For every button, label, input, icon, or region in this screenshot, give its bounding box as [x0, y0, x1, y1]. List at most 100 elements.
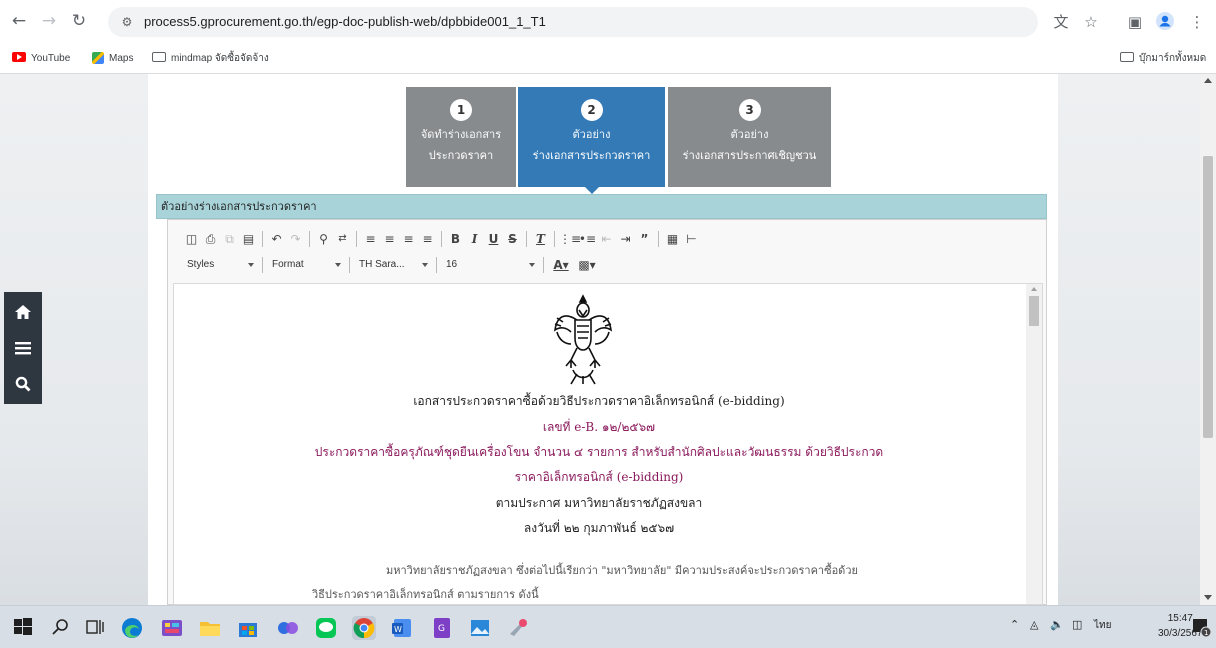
menu-kebab-icon[interactable]: ⋮ — [1186, 11, 1208, 33]
network-icon[interactable]: ◫ — [1072, 618, 1082, 631]
toolbar-separator — [349, 257, 350, 273]
word-icon[interactable]: W — [390, 616, 414, 640]
pdf-app-icon[interactable]: G — [430, 616, 454, 640]
store-icon[interactable] — [236, 616, 260, 640]
text-color-icon[interactable]: A▾ — [548, 255, 574, 275]
windows-start-icon[interactable] — [12, 616, 36, 640]
page-scroll-thumb[interactable] — [1203, 156, 1213, 438]
toolbar-separator — [436, 257, 437, 273]
scroll-up-icon[interactable] — [1204, 78, 1212, 83]
line-app-icon[interactable] — [314, 616, 338, 640]
snipping-tool-icon[interactable] — [506, 616, 530, 640]
underline-icon[interactable]: U — [484, 229, 503, 249]
page-scrollbar[interactable] — [1200, 74, 1216, 605]
indent-icon[interactable]: ⇥ — [616, 229, 635, 249]
step-number: 1 — [450, 99, 472, 121]
translate-icon[interactable]: 文 — [1050, 11, 1072, 33]
bookmark-star-icon[interactable]: ☆ — [1080, 11, 1102, 33]
editor-scroll-thumb[interactable] — [1029, 296, 1039, 326]
paste-icon[interactable]: ▤ — [239, 229, 258, 249]
file-explorer-icon[interactable] — [198, 616, 222, 640]
step-number: 3 — [738, 99, 761, 121]
browser-toolbar: ← → ↻ ⚙ process5.gprocurement.go.th/egp-… — [0, 0, 1216, 44]
strikethrough-icon[interactable]: S — [503, 229, 522, 249]
align-right-icon[interactable]: ≡ — [399, 229, 418, 249]
address-bar[interactable]: ⚙ process5.gprocurement.go.th/egp-doc-pu… — [108, 7, 1038, 37]
doc-subject-line-1: ประกวดราคาซื้อครุภัณฑ์ชุดยืนเครื่องโขน จ… — [314, 445, 884, 459]
side-toolbar — [4, 292, 42, 404]
doc-paragraph-line-1: มหาวิทยาลัยราชภัฏสงขลา ซึ่งต่อไปนี้เรียก… — [386, 564, 858, 577]
step-1[interactable]: 1 จัดทำร่างเอกสาร ประกวดราคา — [406, 87, 516, 187]
task-view-icon[interactable] — [84, 616, 108, 640]
table-icon[interactable]: ▦ — [663, 229, 682, 249]
all-bookmarks[interactable]: บุ๊กมาร์กทั้งหมด — [1120, 50, 1206, 68]
font-size-dropdown[interactable]: 16 — [441, 255, 539, 275]
tray-chevron-icon[interactable]: ⌃ — [1010, 618, 1019, 631]
outdent-icon[interactable]: ⇤ — [597, 229, 616, 249]
italic-icon[interactable]: I — [465, 229, 484, 249]
horizontal-line-icon[interactable]: ⊢ — [682, 229, 701, 249]
step-2[interactable]: 2 ตัวอย่าง ร่างเอกสารประกวดราคา — [518, 87, 665, 194]
font-dropdown[interactable]: TH Sara... — [354, 255, 432, 275]
remove-format-icon[interactable]: T — [531, 229, 550, 249]
find-icon[interactable]: ⚲ — [314, 229, 333, 249]
align-justify-icon[interactable]: ≡ — [418, 229, 437, 249]
styles-dropdown[interactable]: Styles — [182, 255, 258, 275]
notification-icon[interactable]: 1 — [1190, 616, 1214, 640]
home-icon[interactable] — [4, 294, 42, 330]
search-icon[interactable] — [4, 366, 42, 402]
align-left-icon[interactable]: ≡ — [361, 229, 380, 249]
print-icon[interactable]: ⎙ — [201, 229, 220, 249]
chevron-down-icon — [422, 263, 428, 267]
chrome-icon[interactable] — [352, 616, 376, 640]
svg-text:1: 1 — [1204, 629, 1208, 637]
blockquote-icon[interactable]: ” — [635, 229, 654, 249]
toolbar-separator — [309, 231, 310, 247]
forward-icon[interactable]: → — [38, 10, 60, 32]
numbered-list-icon[interactable]: ⋮≡ — [559, 229, 581, 249]
scroll-down-icon[interactable] — [1204, 595, 1212, 600]
edge-icon[interactable] — [120, 616, 144, 640]
copilot-icon[interactable] — [276, 616, 300, 640]
toolbar-separator — [543, 257, 544, 273]
active-step-pointer — [584, 187, 599, 194]
background-right — [1058, 74, 1200, 605]
undo-icon[interactable]: ↶ — [267, 229, 286, 249]
app-colorful-icon[interactable] — [160, 616, 184, 640]
ime-icon[interactable]: ◬ — [1030, 618, 1038, 631]
bookmark-maps[interactable]: Maps — [92, 50, 133, 68]
photos-icon[interactable] — [468, 616, 492, 640]
rich-text-editor: ◫ ⎙ ⧉ ▤ ↶ ↷ ⚲ ⇄ ≡ ≡ ≡ ≡ B I U S T ⋮≡ •≡ … — [167, 219, 1047, 605]
doc-paragraph-line-2: วิธีประกวดราคาอิเล็กทรอนิกส์ ตามรายการ ด… — [312, 588, 539, 601]
hamburger-menu-icon[interactable] — [4, 330, 42, 366]
editor-content-area[interactable]: เอกสารประกวดราคาซื้อด้วยวิธีประกวดราคาอิ… — [173, 283, 1043, 605]
format-dropdown[interactable]: Format — [267, 255, 345, 275]
reload-icon[interactable]: ↻ — [68, 10, 90, 32]
replace-icon[interactable]: ⇄ — [333, 229, 352, 249]
site-info-icon[interactable]: ⚙ — [118, 13, 136, 31]
bookmark-youtube[interactable]: YouTube — [12, 50, 70, 68]
toolbar-separator — [262, 257, 263, 273]
bookmarks-bar: YouTube Maps mindmap จัดซื้อจัดจ้าง บุ๊ก… — [0, 44, 1216, 74]
search-taskbar-icon[interactable] — [50, 616, 74, 640]
editor-scrollbar[interactable] — [1026, 284, 1042, 604]
language-indicator[interactable]: ไทย — [1094, 618, 1111, 633]
scroll-up-icon[interactable] — [1031, 287, 1037, 291]
back-icon[interactable]: ← — [8, 10, 30, 32]
redo-icon[interactable]: ↷ — [286, 229, 305, 249]
preview-icon[interactable]: ◫ — [182, 229, 201, 249]
volume-icon[interactable]: 🔈 — [1050, 618, 1064, 631]
editor-toolbar-row-2: Styles Format TH Sara... 16 A▾ ▩▾ — [182, 254, 600, 276]
step-3[interactable]: 3 ตัวอย่าง ร่างเอกสารประกาศเชิญชวน — [668, 87, 831, 187]
profile-avatar-icon[interactable] — [1154, 11, 1176, 33]
bookmark-mindmap[interactable]: mindmap จัดซื้อจัดจ้าง — [152, 50, 269, 68]
bulleted-list-icon[interactable]: •≡ — [578, 229, 597, 249]
toolbar-separator — [658, 231, 659, 247]
bold-icon[interactable]: B — [446, 229, 465, 249]
copy-icon[interactable]: ⧉ — [220, 229, 239, 249]
step-label: ตัวอย่าง — [730, 128, 769, 141]
side-panel-icon[interactable]: ▣ — [1124, 11, 1146, 33]
url-text[interactable]: process5.gprocurement.go.th/egp-doc-publ… — [144, 7, 546, 37]
align-center-icon[interactable]: ≡ — [380, 229, 399, 249]
background-color-icon[interactable]: ▩▾ — [574, 255, 600, 275]
